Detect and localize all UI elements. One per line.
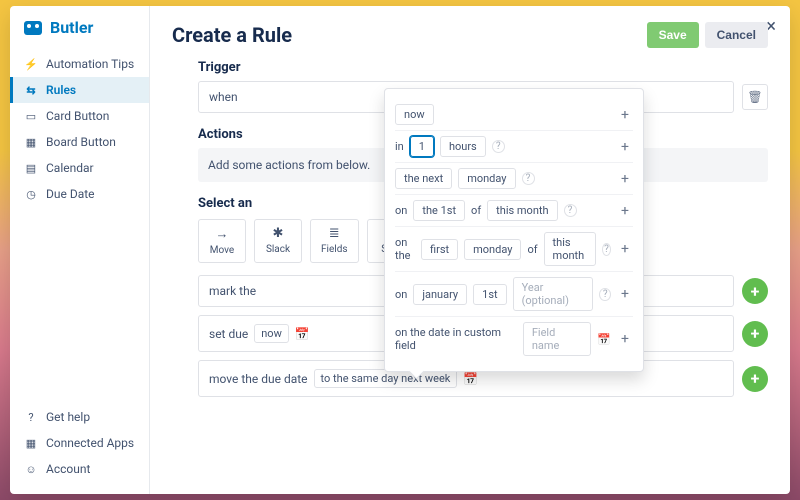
calendar-icon[interactable]: 📅	[597, 333, 611, 346]
calendar-icon[interactable]: 📅	[295, 327, 310, 341]
date-picker-dropdown: now+in1hours?+the nextmonday?+onthe 1sto…	[384, 88, 644, 372]
add-option-button[interactable]: +	[617, 286, 633, 302]
tips-icon: ⚡	[24, 57, 38, 71]
dropdown-chip[interactable]: hours	[440, 136, 486, 157]
dropdown-chip[interactable]: the 1st	[413, 200, 465, 221]
action-chip-move[interactable]: →Move	[198, 219, 246, 263]
dropdown-chip[interactable]: first	[421, 239, 458, 260]
dropdown-chip[interactable]: monday	[458, 168, 515, 189]
dropdown-text: of	[527, 243, 537, 256]
fields-icon: ≣	[329, 226, 340, 241]
dropdown-chip[interactable]: monday	[464, 239, 521, 260]
dropdown-row: on january 1st Year (optional)? +	[395, 271, 633, 316]
sidebar-item-connected-apps[interactable]: ▦Connected Apps	[10, 430, 149, 456]
header: Create a Rule Save Cancel	[172, 22, 768, 48]
dropdown-text: of	[471, 204, 481, 217]
calendar-icon: ▤	[24, 161, 38, 175]
add-rule-button[interactable]: +	[742, 321, 768, 347]
sidebar-item-card-button[interactable]: ▭Card Button	[10, 103, 149, 129]
dropdown-chip[interactable]: this month	[544, 232, 596, 266]
page-title: Create a Rule	[172, 23, 292, 47]
dropdown-row: the next monday? +	[395, 162, 633, 194]
apps-icon: ▦	[24, 436, 38, 450]
add-rule-button[interactable]: +	[742, 278, 768, 304]
sidebar-item-due-date[interactable]: ◷Due Date	[10, 181, 149, 207]
dropdown-chip[interactable]: the next	[395, 168, 452, 189]
sidebar: Butler ⚡Automation Tips ⇆Rules ▭Card But…	[10, 6, 150, 494]
brand: Butler	[10, 18, 149, 51]
delete-trigger-button[interactable]: 🗑	[742, 84, 768, 110]
sidebar-bottom: ?Get help ▦Connected Apps ☺Account	[10, 404, 149, 482]
help-icon[interactable]: ?	[522, 172, 535, 185]
add-option-button[interactable]: +	[617, 203, 633, 219]
help-icon: ?	[24, 410, 38, 424]
dropdown-text: on the date in custom field	[395, 326, 517, 352]
dropdown-row: now +	[395, 99, 633, 130]
help-icon[interactable]: ?	[599, 288, 611, 301]
add-option-button[interactable]: +	[617, 171, 633, 187]
sidebar-item-help[interactable]: ?Get help	[10, 404, 149, 430]
header-actions: Save Cancel	[647, 22, 768, 48]
dropdown-row: on the date in custom fieldField name 📅 +	[395, 316, 633, 361]
save-button[interactable]: Save	[647, 22, 699, 48]
sidebar-item-board-button[interactable]: ▦Board Button	[10, 129, 149, 155]
action-chip-fields[interactable]: ≣Fields	[310, 219, 359, 263]
dropdown-chip[interactable]: 1	[410, 136, 434, 157]
dropdown-chip[interactable]: now	[395, 104, 434, 125]
dropdown-chip[interactable]: january	[413, 284, 467, 305]
sidebar-item-rules[interactable]: ⇆Rules	[10, 77, 149, 103]
card-icon: ▭	[24, 109, 38, 123]
sidebar-item-calendar[interactable]: ▤Calendar	[10, 155, 149, 181]
sidebar-item-automation-tips[interactable]: ⚡Automation Tips	[10, 51, 149, 77]
add-option-button[interactable]: +	[617, 331, 633, 347]
dropdown-chip[interactable]: this month	[487, 200, 557, 221]
dropdown-row: on the 1st of this month? +	[395, 194, 633, 226]
sidebar-item-account[interactable]: ☺Account	[10, 456, 149, 482]
trigger-section-title: Trigger	[198, 60, 768, 75]
cancel-button[interactable]: Cancel	[705, 22, 768, 48]
dropdown-text: in	[395, 140, 404, 153]
help-icon[interactable]: ?	[492, 140, 505, 153]
dropdown-chip[interactable]: Year (optional)	[513, 277, 594, 311]
add-rule-button[interactable]: +	[742, 366, 768, 392]
clock-icon: ◷	[24, 187, 38, 201]
sidebar-nav: ⚡Automation Tips ⇆Rules ▭Card Button ▦Bo…	[10, 51, 149, 207]
dropdown-text: on the	[395, 236, 415, 262]
trash-icon: 🗑	[747, 90, 762, 104]
brand-label: Butler	[50, 18, 93, 37]
dropdown-row: in 1 hours? +	[395, 130, 633, 162]
dropdown-chip[interactable]: Field name	[523, 322, 592, 356]
board-icon: ▦	[24, 135, 38, 149]
dropdown-text: on	[395, 288, 407, 301]
app-window: × Butler ⚡Automation Tips ⇆Rules ▭Card B…	[10, 6, 790, 494]
slack-icon: ✱	[273, 226, 284, 241]
calendar-icon[interactable]: 📅	[463, 372, 478, 386]
dropdown-text: on	[395, 204, 407, 217]
help-icon[interactable]: ?	[564, 204, 577, 217]
dropdown-chip[interactable]: 1st	[473, 284, 506, 305]
move-icon: →	[216, 226, 229, 242]
add-option-button[interactable]: +	[617, 241, 633, 257]
account-icon: ☺	[24, 462, 38, 476]
add-option-button[interactable]: +	[617, 107, 633, 123]
rule-chip[interactable]: now	[254, 324, 289, 343]
dropdown-row: on the first monday of this month? +	[395, 226, 633, 271]
butler-icon	[24, 21, 42, 35]
rules-icon: ⇆	[24, 83, 38, 97]
add-option-button[interactable]: +	[617, 139, 633, 155]
help-icon[interactable]: ?	[602, 243, 611, 256]
main-content: Create a Rule Save Cancel Trigger when 🗑…	[150, 6, 790, 494]
action-chip-slack[interactable]: ✱Slack	[254, 219, 302, 263]
